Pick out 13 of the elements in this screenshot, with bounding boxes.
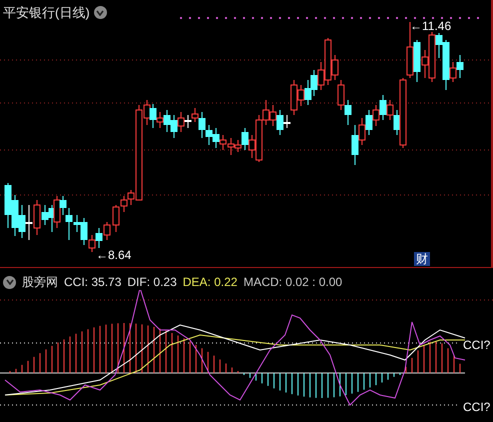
indicator-menu-icon[interactable]	[3, 276, 16, 288]
line-label: CCI?	[463, 337, 490, 354]
indicator-readout: MACD: 0.02 : 0.00	[243, 274, 342, 291]
indicator-readout: CCI: 35.73	[64, 274, 122, 291]
high-price-label: ←11.46	[410, 18, 452, 35]
indicator-readout: DIF: 0.23	[127, 274, 177, 291]
chart-title: 平安银行(日线)	[3, 4, 90, 22]
indicator-name: 股旁网	[22, 274, 58, 291]
line-label: CCI?	[463, 399, 490, 416]
indicator-readout: DEA: 0.22	[182, 274, 238, 291]
finance-badge[interactable]: 财	[414, 252, 430, 266]
low-price-label: ←8.64	[96, 247, 132, 264]
dropdown-icon[interactable]	[94, 6, 107, 20]
